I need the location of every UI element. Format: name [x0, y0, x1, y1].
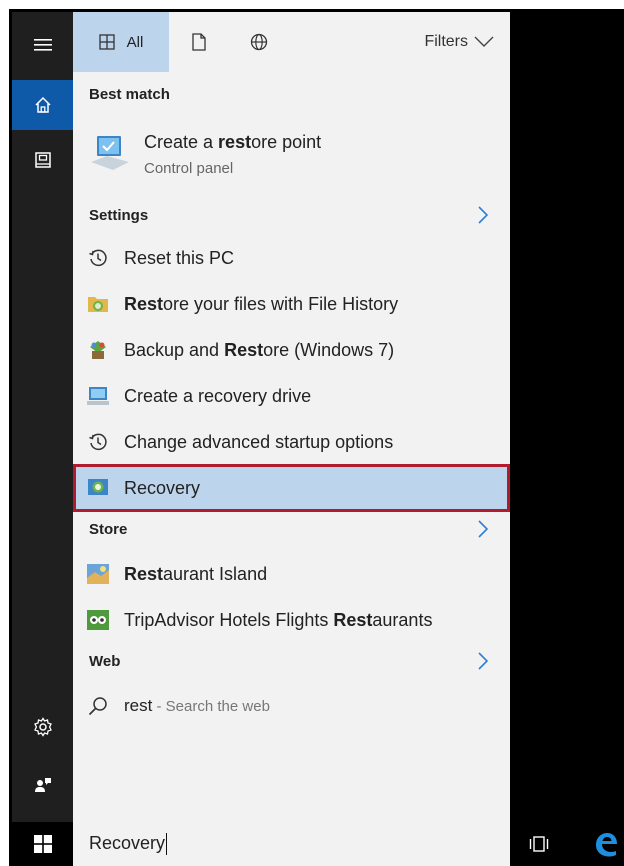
recovery-drive-icon — [87, 385, 109, 407]
windows-logo-icon — [33, 835, 52, 853]
tab-all[interactable]: All — [73, 12, 169, 72]
result-label: Backup and Restore (Windows 7) — [124, 339, 395, 360]
apps-grid-icon — [99, 34, 115, 50]
chevron-right-icon[interactable] — [478, 206, 488, 224]
search-icon — [87, 695, 109, 717]
restore-point-icon — [91, 136, 129, 170]
web-query: rest — [124, 696, 153, 715]
feedback-icon — [34, 778, 51, 792]
chevron-right-icon[interactable] — [478, 652, 488, 670]
result-recovery-drive[interactable]: Create a recovery drive — [73, 373, 510, 419]
result-label: Change advanced startup options — [124, 431, 394, 452]
result-backup-restore[interactable]: Backup and Restore (Windows 7) — [73, 327, 510, 373]
settings-header: Settings — [89, 207, 149, 224]
tab-documents[interactable] — [177, 12, 221, 72]
notebook-button[interactable] — [12, 135, 73, 185]
result-advanced-startup[interactable]: Change advanced startup options — [73, 419, 510, 465]
scope-tab-bar: All Filters — [73, 12, 510, 72]
home-icon — [34, 96, 51, 113]
task-view-button[interactable] — [524, 822, 554, 866]
web-header: Web — [89, 653, 121, 670]
filters-label: Filters — [424, 33, 468, 50]
globe-icon — [250, 33, 268, 51]
tab-all-label: All — [126, 33, 144, 51]
start-button[interactable] — [12, 822, 73, 866]
chevron-down-icon — [474, 36, 494, 47]
file-history-icon — [87, 293, 109, 315]
feedback-button[interactable] — [12, 760, 73, 810]
result-tripadvisor[interactable]: TripAdvisor Hotels Flights Restaurants — [73, 597, 510, 643]
search-input[interactable]: Recovery — [89, 833, 168, 856]
notebook-icon — [34, 152, 51, 168]
result-label: Restore your files with File History — [124, 293, 399, 314]
restaurant-island-app-icon — [87, 563, 109, 585]
search-results-panel: All Filters Best match Create a restore … — [73, 12, 510, 822]
result-label: Reset this PC — [124, 247, 235, 268]
gear-icon — [33, 717, 52, 737]
search-box[interactable]: Recovery — [73, 822, 510, 866]
filters-button[interactable]: Filters — [424, 12, 494, 72]
start-rail — [12, 12, 73, 822]
reset-history-icon — [87, 431, 109, 453]
taskbar: Recovery — [12, 822, 624, 866]
result-label: TripAdvisor Hotels Flights Restaurants — [124, 609, 433, 630]
result-restore-file-history[interactable]: Restore your files with File History — [73, 281, 510, 327]
task-view-icon — [529, 836, 549, 852]
result-recovery[interactable]: Recovery — [73, 464, 510, 512]
text-caret — [166, 833, 168, 856]
best-match-subtitle: Control panel — [144, 160, 234, 177]
result-label: Recovery — [124, 477, 201, 498]
result-restaurant-island[interactable]: Restaurant Island — [73, 551, 510, 597]
edge-logo-icon — [596, 833, 617, 857]
result-web-search[interactable]: rest - Search the web — [73, 683, 510, 729]
result-label: Restaurant Island — [124, 563, 268, 584]
result-label: Create a recovery drive — [124, 385, 312, 406]
chevron-right-icon[interactable] — [478, 520, 488, 538]
best-match-header: Best match — [89, 86, 170, 103]
result-reset-pc[interactable]: Reset this PC — [73, 235, 510, 281]
backup-restore-icon — [87, 339, 109, 361]
hamburger-menu-button[interactable] — [12, 20, 73, 70]
reset-history-icon — [87, 247, 109, 269]
document-icon — [192, 33, 206, 51]
best-match-title: Create a restore point — [144, 132, 322, 152]
hamburger-icon — [33, 39, 52, 51]
tab-web[interactable] — [237, 12, 281, 72]
tripadvisor-app-icon — [87, 609, 109, 631]
settings-button[interactable] — [12, 702, 73, 752]
store-header: Store — [89, 521, 128, 538]
edge-browser-button[interactable] — [588, 822, 624, 866]
web-query-suffix: - Search the web — [152, 697, 270, 715]
recovery-icon — [87, 477, 109, 499]
home-button[interactable] — [12, 80, 73, 130]
best-match-item[interactable]: Create a restore point Control panel — [73, 112, 510, 182]
